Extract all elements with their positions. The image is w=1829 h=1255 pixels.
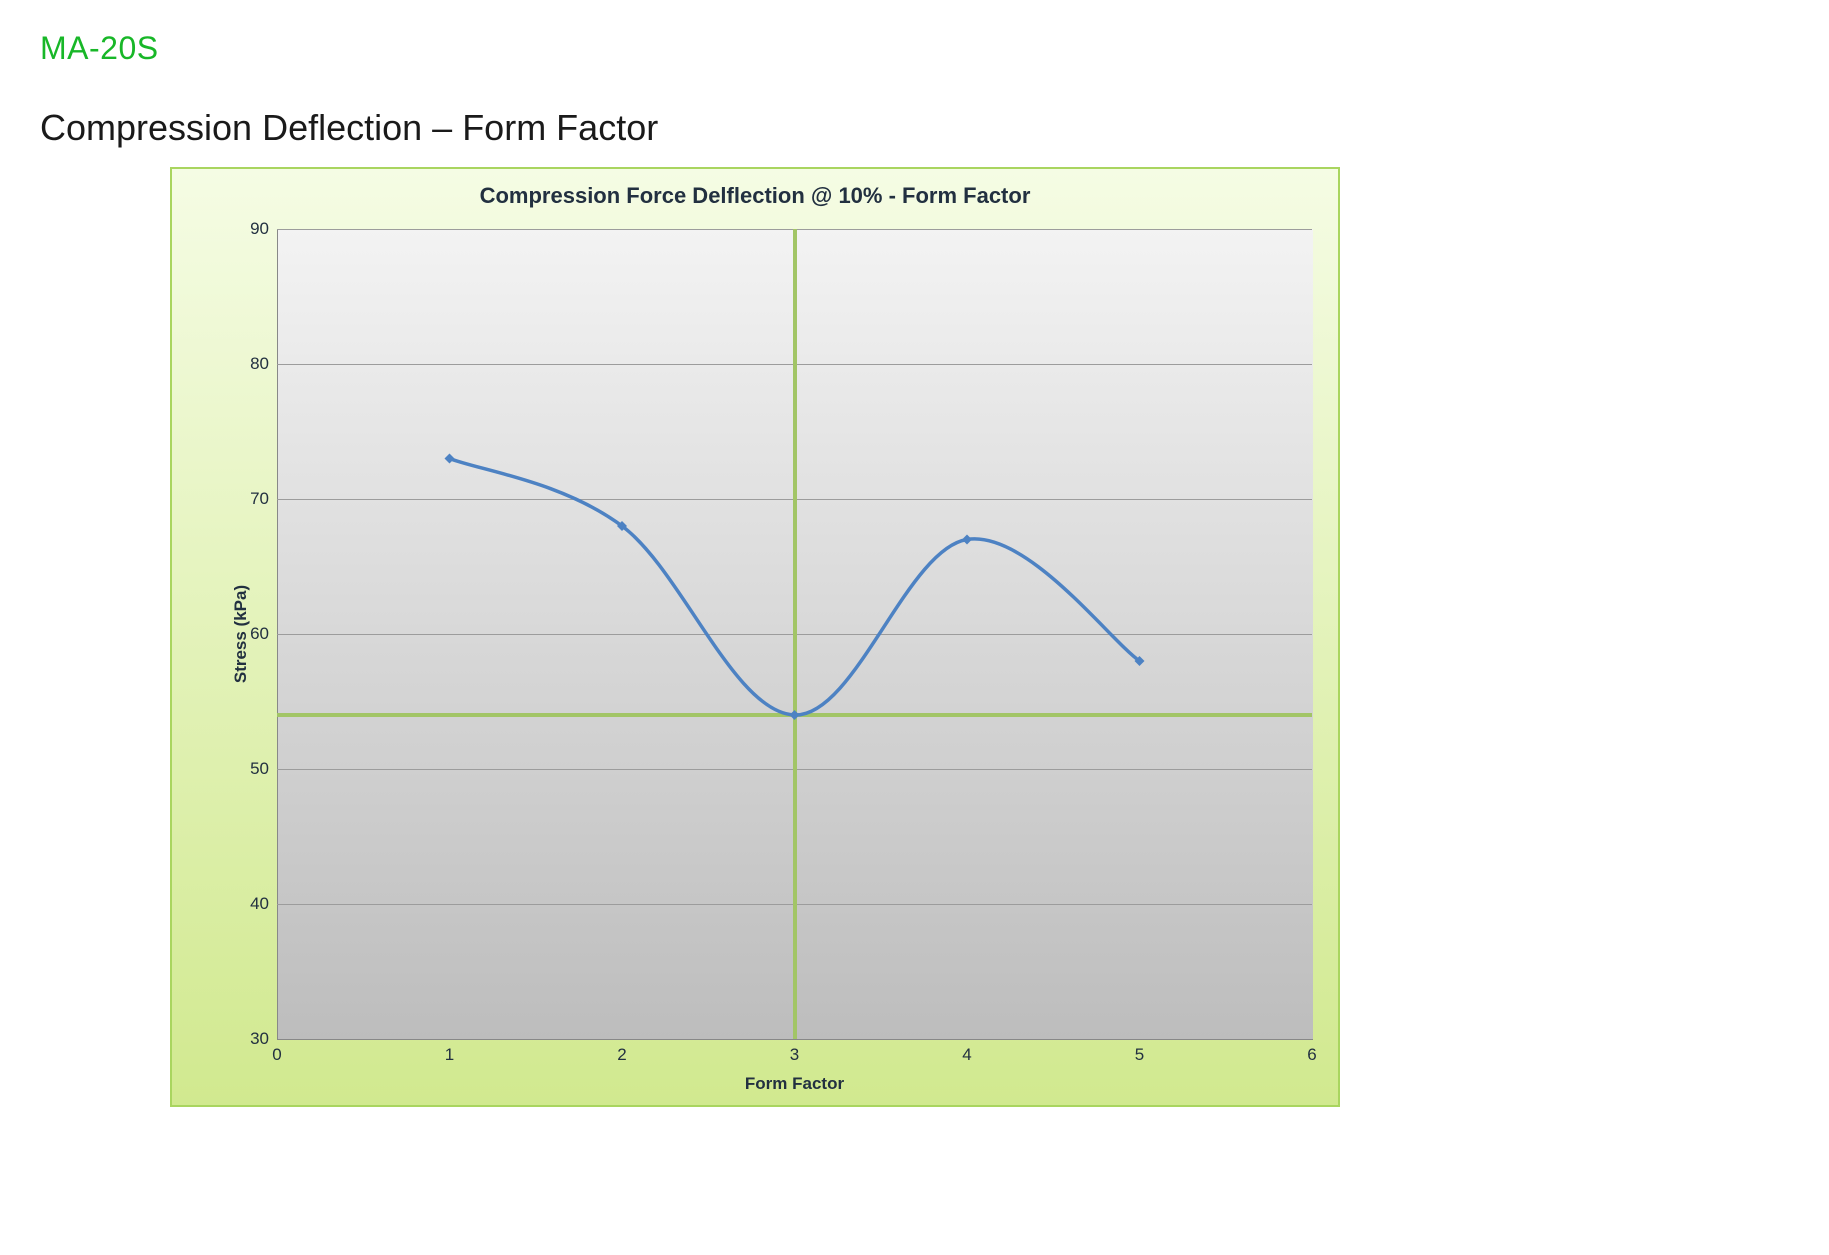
data-series-svg <box>277 229 1312 1039</box>
chart-frame: Compression Force Delflection @ 10% - Fo… <box>170 167 1340 1107</box>
x-tick-label: 2 <box>617 1045 626 1065</box>
x-axis-label: Form Factor <box>745 1074 844 1094</box>
data-point-marker <box>790 710 800 720</box>
data-point-marker <box>962 535 972 545</box>
y-tick-label: 60 <box>250 624 269 644</box>
x-tick-label: 1 <box>445 1045 454 1065</box>
y-tick-label: 30 <box>250 1029 269 1049</box>
x-tick-label: 0 <box>272 1045 281 1065</box>
section-title: Compression Deflection – Form Factor <box>40 107 1789 149</box>
y-tick-label: 70 <box>250 489 269 509</box>
x-tick-label: 5 <box>1135 1045 1144 1065</box>
y-axis-label: Stress (kPa) <box>231 585 251 683</box>
page-root: MA-20S Compression Deflection – Form Fac… <box>0 0 1829 1255</box>
y-tick-label: 40 <box>250 894 269 914</box>
x-tick-label: 4 <box>962 1045 971 1065</box>
model-code: MA-20S <box>40 30 1789 67</box>
series-line <box>450 459 1140 716</box>
y-tick-label: 90 <box>250 219 269 239</box>
x-tick-label: 3 <box>790 1045 799 1065</box>
x-tick-label: 6 <box>1307 1045 1316 1065</box>
y-tick-label: 80 <box>250 354 269 374</box>
y-tick-label: 50 <box>250 759 269 779</box>
data-point-marker <box>445 454 455 464</box>
plot-area: Stress (kPa) Form Factor 30405060708090 … <box>277 229 1312 1039</box>
chart-title: Compression Force Delflection @ 10% - Fo… <box>172 169 1338 217</box>
